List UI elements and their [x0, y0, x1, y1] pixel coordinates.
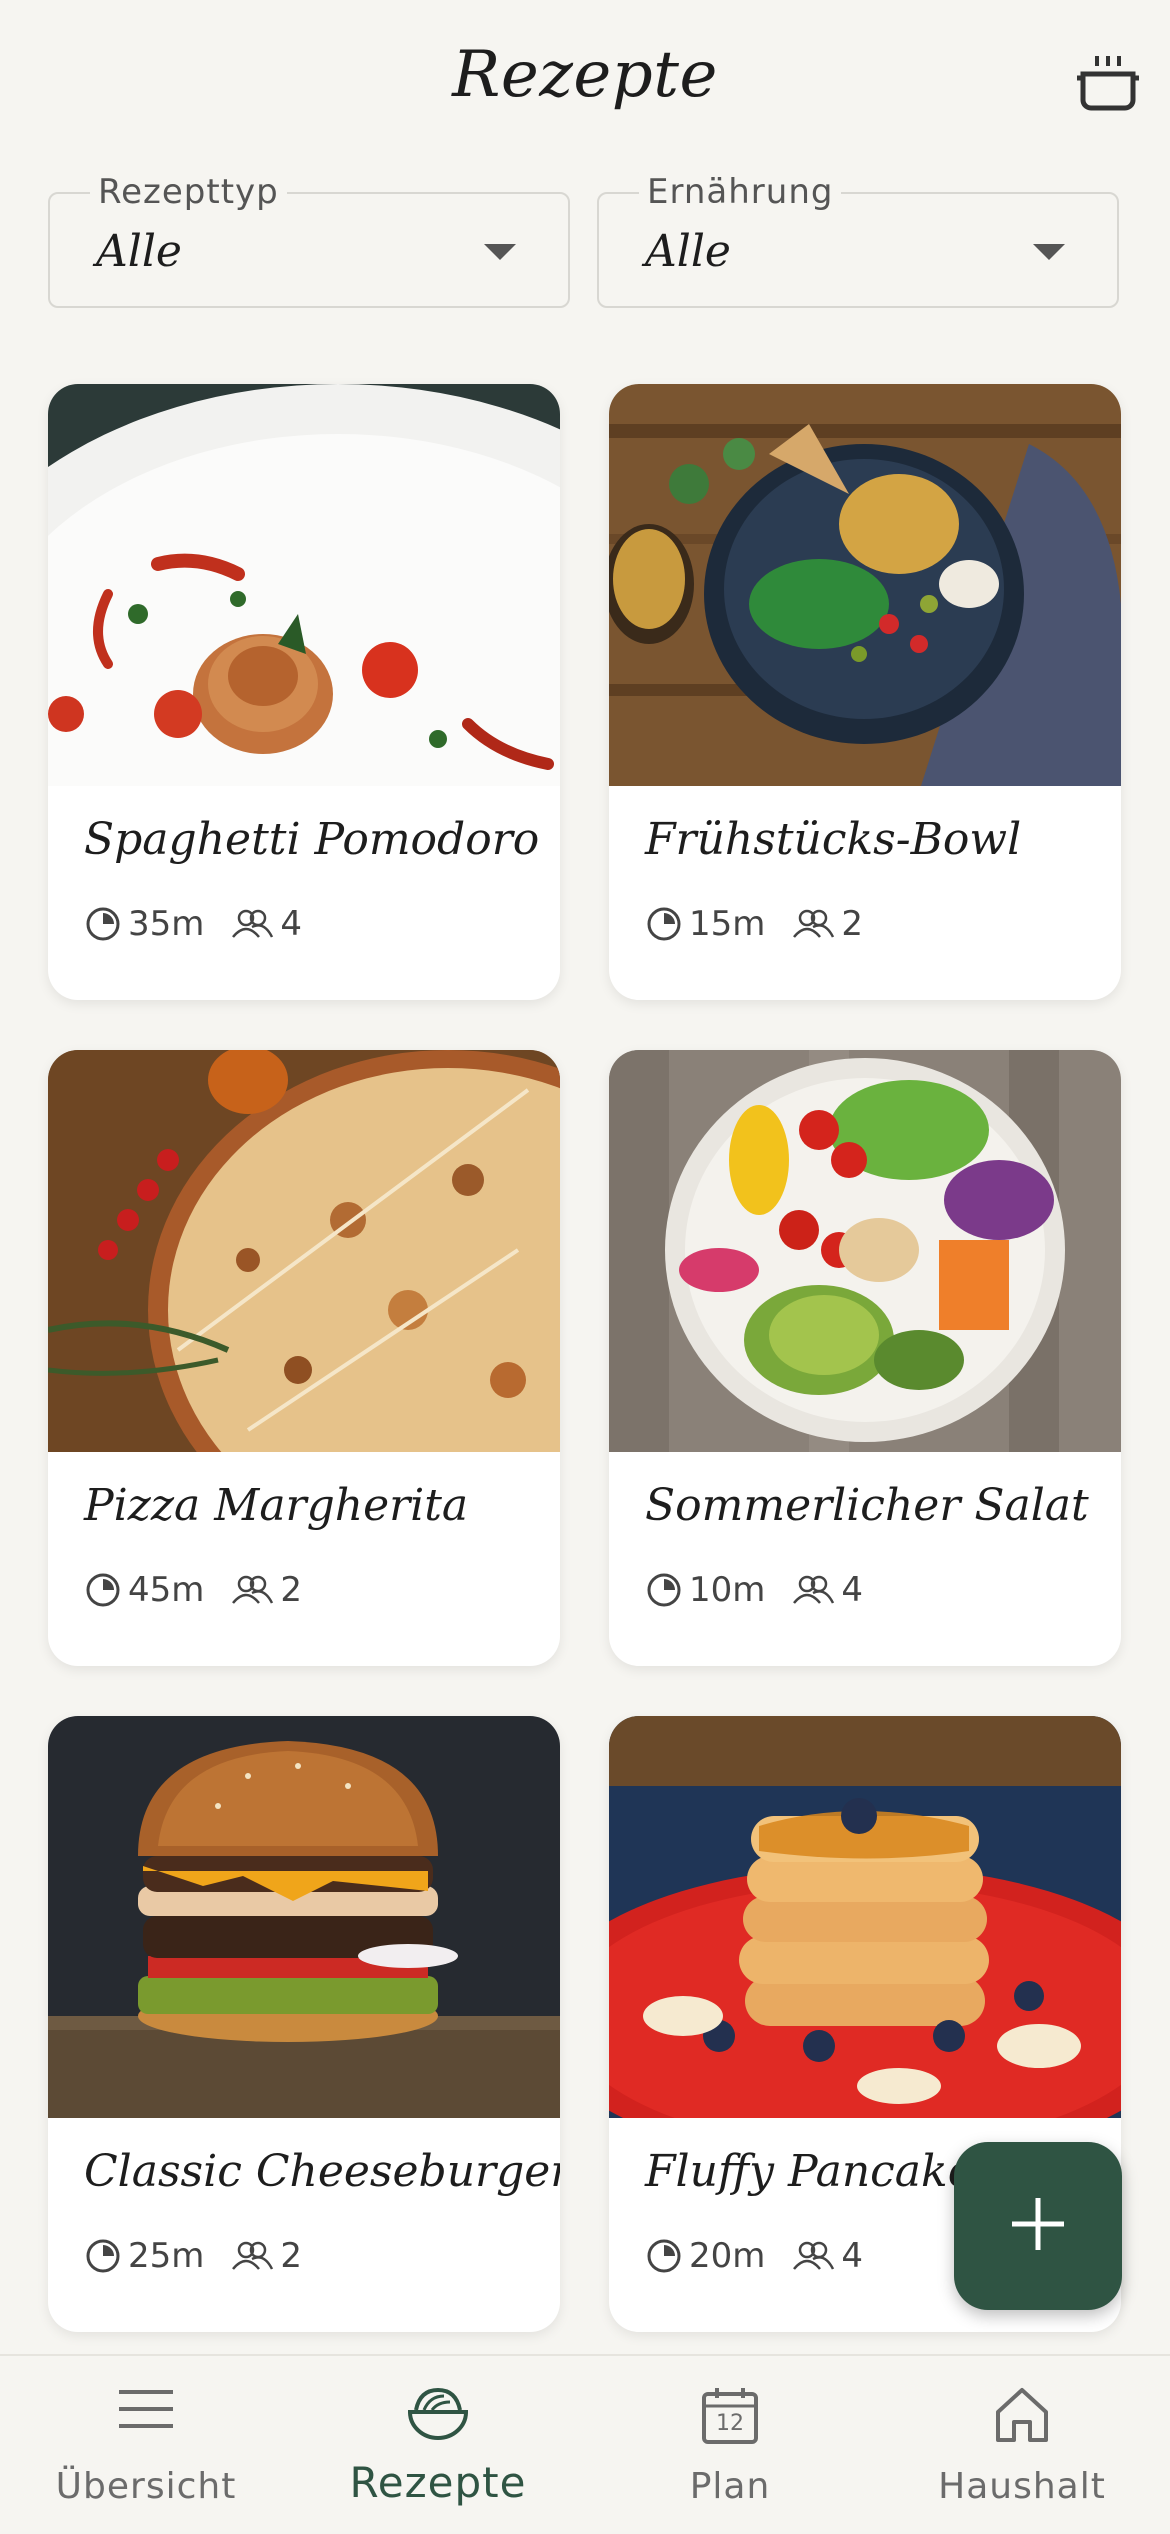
recipe-meta: 25m 2	[84, 2236, 302, 2276]
recipe-servings: 4	[280, 904, 303, 944]
cooking-pot-button[interactable]	[1068, 44, 1148, 124]
people-icon	[791, 2239, 835, 2273]
diet-label: Ernährung	[639, 172, 842, 212]
recipe-meta: 45m 2	[84, 1570, 302, 1610]
nav-label: Plan	[689, 2466, 771, 2507]
home-icon	[992, 2386, 1052, 2448]
recipe-image	[609, 384, 1121, 786]
people-icon	[791, 1573, 835, 1607]
recipe-name: Spaghetti Pomodoro	[84, 814, 540, 865]
recipe-servings: 4	[841, 1570, 864, 1610]
diet-value: Alle	[645, 226, 731, 277]
diet-select[interactable]: Ernährung Alle	[597, 172, 1119, 308]
recipe-servings: 2	[280, 1570, 303, 1610]
timer-icon	[645, 2237, 683, 2275]
page-title: Rezepte	[452, 38, 718, 112]
timer-icon	[645, 905, 683, 943]
people-icon	[230, 1573, 274, 1607]
recipe-image	[609, 1716, 1121, 2118]
recipe-type-label: Rezepttyp	[90, 172, 287, 212]
recipe-type-value: Alle	[96, 226, 182, 277]
recipe-servings: 2	[841, 904, 864, 944]
recipe-image	[48, 1050, 560, 1452]
recipe-card[interactable]: Spaghetti Pomodoro 35m 4	[48, 384, 560, 1000]
calendar-day: 12	[716, 2411, 744, 2436]
nav-label: Rezepte	[349, 2458, 527, 2507]
nav-item-recipes[interactable]: Rezepte	[292, 2356, 584, 2534]
recipe-image	[48, 1716, 560, 2118]
recipe-time: 15m	[689, 904, 766, 944]
recipe-servings: 2	[280, 2236, 303, 2276]
recipe-time: 45m	[128, 1570, 205, 1610]
chevron-down-icon	[484, 244, 516, 260]
timer-icon	[84, 1571, 122, 1609]
add-recipe-button[interactable]	[954, 2142, 1122, 2310]
recipe-meta: 15m 2	[645, 904, 863, 944]
nav-item-overview[interactable]: Übersicht	[0, 2356, 292, 2534]
recipe-image	[48, 384, 560, 786]
recipe-type-select[interactable]: Rezepttyp Alle	[48, 172, 570, 308]
cooking-pot-icon	[1075, 52, 1141, 116]
people-icon	[230, 2239, 274, 2273]
recipe-name: Pizza Margherita	[84, 1480, 469, 1531]
recipe-meta: 20m 4	[645, 2236, 863, 2276]
timer-icon	[645, 1571, 683, 1609]
chevron-down-icon	[1033, 244, 1065, 260]
timer-icon	[84, 905, 122, 943]
recipe-name: Frühstücks-Bowl	[645, 814, 1022, 865]
recipe-image	[609, 1050, 1121, 1452]
people-icon	[230, 907, 274, 941]
recipe-card[interactable]: Frühstücks-Bowl 15m 2	[609, 384, 1121, 1000]
people-icon	[791, 907, 835, 941]
bowl-icon	[406, 2386, 470, 2448]
recipe-meta: 10m 4	[645, 1570, 863, 1610]
nav-label: Übersicht	[55, 2466, 237, 2507]
nav-label: Haushalt	[938, 2466, 1106, 2507]
menu-icon	[117, 2386, 175, 2436]
calendar-icon: 12	[701, 2386, 759, 2446]
app-header: Rezepte	[0, 0, 1170, 170]
recipe-name: Classic Cheeseburger	[84, 2146, 560, 2197]
timer-icon	[84, 2237, 122, 2275]
nav-item-household[interactable]: Haushalt	[876, 2356, 1168, 2534]
bottom-navigation: Übersicht Rezepte 12 Plan Haushalt	[0, 2354, 1170, 2534]
recipe-time: 35m	[128, 904, 205, 944]
recipe-card[interactable]: Classic Cheeseburger 25m 2	[48, 1716, 560, 2332]
recipe-name: Sommerlicher Salat	[645, 1480, 1089, 1531]
recipe-card[interactable]: Pizza Margherita 45m 2	[48, 1050, 560, 1666]
recipe-time: 20m	[689, 2236, 766, 2276]
recipe-card[interactable]: Sommerlicher Salat 10m 4	[609, 1050, 1121, 1666]
nav-item-plan[interactable]: 12 Plan	[584, 2356, 876, 2534]
recipe-time: 10m	[689, 1570, 766, 1610]
recipe-servings: 4	[841, 2236, 864, 2276]
plus-icon	[1008, 2194, 1068, 2258]
recipe-meta: 35m 4	[84, 904, 302, 944]
recipe-name: Fluffy Pancakes	[645, 2146, 997, 2197]
recipe-time: 25m	[128, 2236, 205, 2276]
